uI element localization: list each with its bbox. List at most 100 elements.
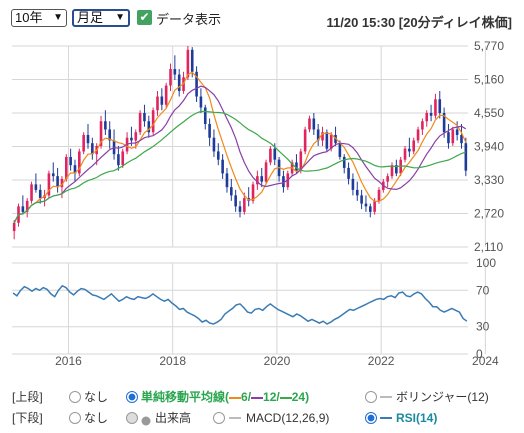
candle-body: [216, 151, 220, 160]
candle-body: [269, 148, 272, 163]
candle-body: [69, 156, 72, 166]
candle-body: [312, 118, 316, 130]
price-tick-label: 3,940: [474, 140, 504, 154]
candle-body: [64, 156, 68, 179]
candle-body: [364, 203, 368, 207]
candle-body: [164, 85, 168, 105]
lower-none-label[interactable]: なし: [84, 409, 108, 427]
candle-body: [104, 121, 107, 130]
candle-body: [447, 132, 450, 144]
price-tick-label: 5,160: [474, 73, 504, 87]
candle-body: [386, 176, 389, 182]
period-select[interactable]: 10年 ▼: [11, 9, 67, 27]
lower-controls: [下段] なし 出来高 MACD(12,26,9) RSI(14): [0, 409, 524, 427]
candle-body: [208, 123, 211, 138]
candle-body: [412, 140, 416, 152]
candle-body: [199, 96, 203, 108]
chevron-down-icon: ▼: [115, 12, 125, 23]
rsi-radio[interactable]: [365, 412, 377, 424]
candle-body: [351, 178, 355, 190]
candle-body: [342, 156, 346, 168]
macd-label[interactable]: MACD(12,26,9): [246, 409, 329, 427]
rsi-legend-swatch: [380, 417, 392, 419]
candle-body: [260, 176, 264, 182]
candle-body: [203, 107, 207, 124]
candle-body: [390, 165, 394, 177]
macd-legend-swatch: [229, 417, 241, 419]
x-tick-label: 2024: [472, 354, 499, 366]
interval-select[interactable]: 月足 ▼: [72, 9, 130, 27]
stock-chart[interactable]: 5,770 5,160 4,550 3,940 3,330 2,720 2,110 100 7…: [0, 36, 524, 366]
toolbar: 10年 ▼ 月足 ▼ ✔ データ表示 11/20 15:30 [20分ディレイ株…: [0, 0, 524, 36]
candle-body: [377, 189, 381, 201]
bollinger-radio[interactable]: [365, 391, 377, 403]
candle-body: [121, 151, 125, 166]
data-display-checkbox[interactable]: ✔: [137, 10, 152, 25]
candle-body: [403, 148, 407, 160]
data-display-label[interactable]: データ表示: [156, 9, 221, 28]
ma6-line: [13, 71, 467, 224]
bollinger-label[interactable]: ボリンジャー(12): [396, 388, 489, 406]
macd-radio[interactable]: [213, 412, 225, 424]
rsi-tick-label: 100: [476, 256, 496, 270]
period-select-value: 10年: [15, 10, 43, 25]
x-tick-label: 2022: [368, 354, 395, 366]
candle-body: [373, 200, 376, 212]
upper-label: [上段]: [12, 390, 43, 404]
candle-body: [421, 121, 424, 130]
interval-select-value: 月足: [77, 10, 104, 25]
rsi-tick-label: 70: [476, 283, 490, 297]
ma24-legend: 24): [291, 390, 310, 404]
volume-radio[interactable]: [126, 412, 138, 424]
candle-body: [117, 154, 120, 166]
candle-body: [160, 96, 164, 105]
rsi-grid: [12, 262, 486, 355]
candle-body: [416, 129, 420, 141]
candle-body: [21, 206, 25, 212]
candle-body: [455, 129, 459, 135]
lower-none-radio[interactable]: [69, 412, 81, 424]
price-tick-label: 2,720: [474, 207, 504, 221]
rsi-series: [12, 284, 468, 325]
candle-body: [12, 222, 16, 232]
rsi-y-axis: 10070300: [476, 256, 496, 361]
ma12-legend: 12/: [263, 390, 280, 404]
candle-body: [325, 132, 329, 149]
candle-body: [82, 134, 85, 152]
candle-body: [38, 189, 42, 199]
volume-icon: [141, 413, 151, 431]
candle-body: [360, 195, 363, 204]
candle-body: [51, 173, 55, 177]
ma24-legend-swatch: [279, 396, 292, 399]
ma-option[interactable]: 単純移動平均線(6/12/24): [141, 388, 309, 406]
bollinger-legend-swatch: [380, 396, 392, 398]
ma-radio[interactable]: [126, 391, 138, 403]
rsi-line: [12, 284, 468, 325]
timestamp: 11/20 15:30 [20分ディレイ株価]: [326, 15, 513, 30]
candle-body: [243, 198, 246, 212]
candle-body: [56, 176, 59, 188]
lower-label: [下段]: [12, 411, 43, 425]
price-y-axis: 5,770 5,160 4,550 3,940 3,330 2,720 2,110: [474, 39, 504, 254]
rsi-label[interactable]: RSI(14): [396, 409, 437, 427]
candle-body: [212, 137, 216, 152]
upper-none-radio[interactable]: [69, 391, 81, 403]
candle-body: [151, 110, 155, 133]
candle-body: [368, 206, 372, 212]
candle-body: [30, 184, 33, 201]
candle-body: [169, 69, 172, 86]
upper-none-label[interactable]: なし: [84, 388, 108, 406]
candle-body: [177, 74, 181, 92]
candle-body: [464, 143, 468, 171]
ma6-legend-swatch: [229, 396, 242, 399]
x-tick-label: 2018: [159, 354, 186, 366]
candle-body: [173, 69, 177, 75]
ma12-legend-swatch: [251, 396, 264, 399]
chevron-down-icon: ▼: [53, 12, 63, 23]
candle-body: [34, 184, 38, 190]
price-tick-label: 3,330: [474, 173, 504, 187]
candle-body: [429, 113, 433, 116]
upper-controls: [上段] なし 単純移動平均線(6/12/24) ボリンジャー(12): [0, 388, 524, 406]
volume-label[interactable]: 出来高: [155, 409, 191, 427]
moving-average-lines: [13, 71, 467, 224]
